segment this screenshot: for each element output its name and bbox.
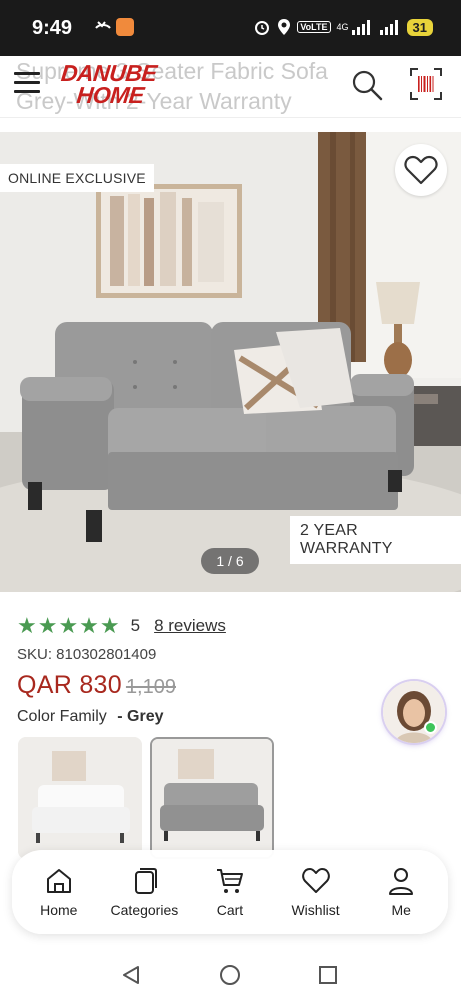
recent-apps-icon[interactable] (318, 965, 338, 985)
app-header: Supreme 3-Seater Fabric Sofa Grey-With 2… (0, 56, 461, 118)
nav-me-label: Me (391, 902, 411, 918)
original-price: 1,109 (125, 676, 176, 698)
missed-call-icon (95, 21, 111, 29)
hamburger-menu-icon[interactable] (14, 72, 40, 94)
chat-assistant-avatar[interactable] (383, 681, 445, 743)
brand-logo[interactable]: DANUBE HOME (58, 60, 158, 108)
network-type: 4G (336, 22, 349, 32)
product-price: QAR 830 1,109 (17, 671, 176, 700)
home-button-icon[interactable] (219, 964, 241, 986)
assistant-face-icon (383, 681, 445, 743)
product-rating: ★★★★★ 5 8 reviews (17, 613, 226, 639)
warranty-badge: 2 YEAR WARRANTY (290, 516, 461, 564)
reviews-link[interactable]: 8 reviews (154, 616, 226, 636)
nav-me[interactable]: Me (358, 866, 444, 918)
cart-icon (216, 869, 243, 893)
gallery-page-indicator: 1 / 6 (201, 548, 259, 574)
search-icon[interactable] (350, 68, 384, 102)
user-icon (389, 868, 414, 895)
bottom-navigation-bar: Home Categories Cart Wishlist Me (12, 850, 448, 934)
nav-categories[interactable]: Categories (102, 866, 188, 918)
add-to-wishlist-button[interactable] (395, 144, 447, 196)
location-icon (278, 19, 291, 35)
volte-indicator: VoLTE (297, 21, 331, 33)
product-sku: SKU: 810302801409 (17, 646, 157, 663)
signal-icon (351, 20, 370, 35)
white-sofa-thumbnail (18, 737, 142, 859)
nav-categories-label: Categories (110, 902, 179, 918)
current-price: QAR 830 (17, 671, 122, 699)
app-notification-icon (116, 18, 134, 36)
heart-icon (301, 868, 330, 893)
color-family-value: - Grey (117, 708, 164, 725)
back-icon[interactable] (120, 964, 142, 986)
rating-value: 5 (130, 616, 141, 635)
signal-icon-2 (379, 20, 398, 35)
categories-icon (135, 868, 158, 894)
nav-home-label: Home (40, 902, 78, 918)
online-status-dot (424, 721, 437, 734)
barcode-scan-icon[interactable] (409, 67, 443, 101)
star-rating-icon: ★★★★★ (17, 613, 121, 638)
alarm-icon (255, 21, 270, 35)
status-bar: 9:49 VoLTE 4G 31 (0, 0, 461, 56)
color-family-label: Color Family (17, 708, 107, 725)
nav-home[interactable]: Home (16, 866, 102, 918)
nav-cart[interactable]: Cart (187, 866, 273, 918)
color-swatch-grey[interactable] (150, 737, 274, 859)
online-exclusive-badge: ONLINE EXCLUSIVE (0, 164, 154, 192)
home-icon (46, 869, 71, 893)
nav-cart-label: Cart (216, 902, 244, 918)
color-swatch-white[interactable] (18, 737, 142, 859)
battery-indicator: 31 (406, 18, 433, 36)
heart-icon (404, 155, 438, 185)
nav-wishlist[interactable]: Wishlist (273, 866, 359, 918)
grey-sofa-thumbnail (152, 739, 272, 857)
color-family: Color Family - Grey (17, 708, 164, 726)
system-navigation-bar (0, 948, 461, 1000)
nav-wishlist-label: Wishlist (291, 902, 340, 918)
status-time: 9:49 (32, 17, 73, 39)
